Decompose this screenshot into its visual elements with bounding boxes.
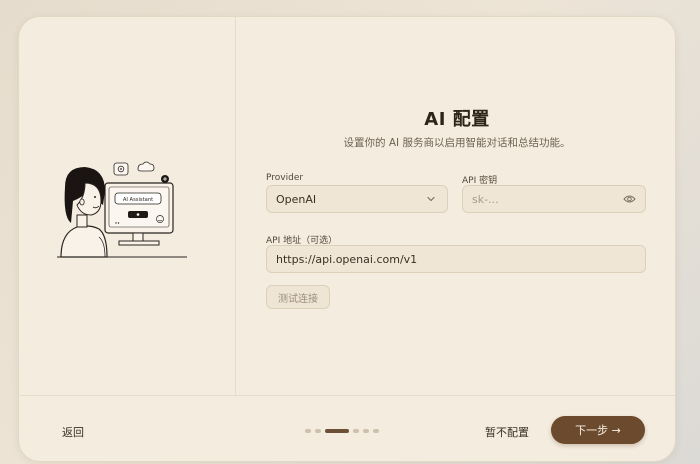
provider-value: OpenAI bbox=[276, 192, 317, 206]
step-dot bbox=[305, 429, 311, 433]
step-dot bbox=[373, 429, 379, 433]
page-subtitle: 设置你的 AI 服务商以启用智能对话和总结功能。 bbox=[343, 137, 571, 149]
api-url-field[interactable]: https://api.openai.com/v1 bbox=[266, 245, 646, 273]
step-indicator bbox=[305, 429, 379, 433]
illustration-screen-label: AI Assistant bbox=[123, 197, 153, 203]
setup-card: AI Assistant AI 配置 设置你的 AI 服务商以启用智能对话和总结… bbox=[18, 16, 676, 462]
illustration-pane: AI Assistant bbox=[19, 17, 236, 395]
next-button[interactable]: 下一步 → bbox=[551, 416, 645, 444]
api-key-field[interactable] bbox=[462, 185, 646, 213]
skip-button[interactable]: 暂不配置 bbox=[485, 424, 529, 440]
back-button[interactable]: 返回 bbox=[62, 424, 84, 440]
eye-icon[interactable] bbox=[623, 192, 636, 206]
provider-label: Provider bbox=[266, 173, 304, 183]
footer-bar: 返回 暂不配置 下一步 → bbox=[19, 395, 675, 461]
api-url-value: https://api.openai.com/v1 bbox=[276, 252, 418, 266]
page-title: AI 配置 bbox=[424, 109, 490, 130]
api-key-input[interactable] bbox=[472, 192, 623, 206]
step-dot bbox=[353, 429, 359, 433]
test-connection-button[interactable]: 测试连接 bbox=[266, 285, 330, 309]
step-dot bbox=[363, 429, 369, 433]
step-dot bbox=[315, 429, 321, 433]
provider-select[interactable]: OpenAI bbox=[266, 185, 448, 213]
chevron-down-icon bbox=[424, 192, 438, 206]
step-dot-active bbox=[325, 429, 349, 433]
form-pane: AI 配置 设置你的 AI 服务商以启用智能对话和总结功能。 Provider … bbox=[237, 17, 675, 395]
ai-assistant-illustration: AI Assistant bbox=[57, 161, 187, 258]
